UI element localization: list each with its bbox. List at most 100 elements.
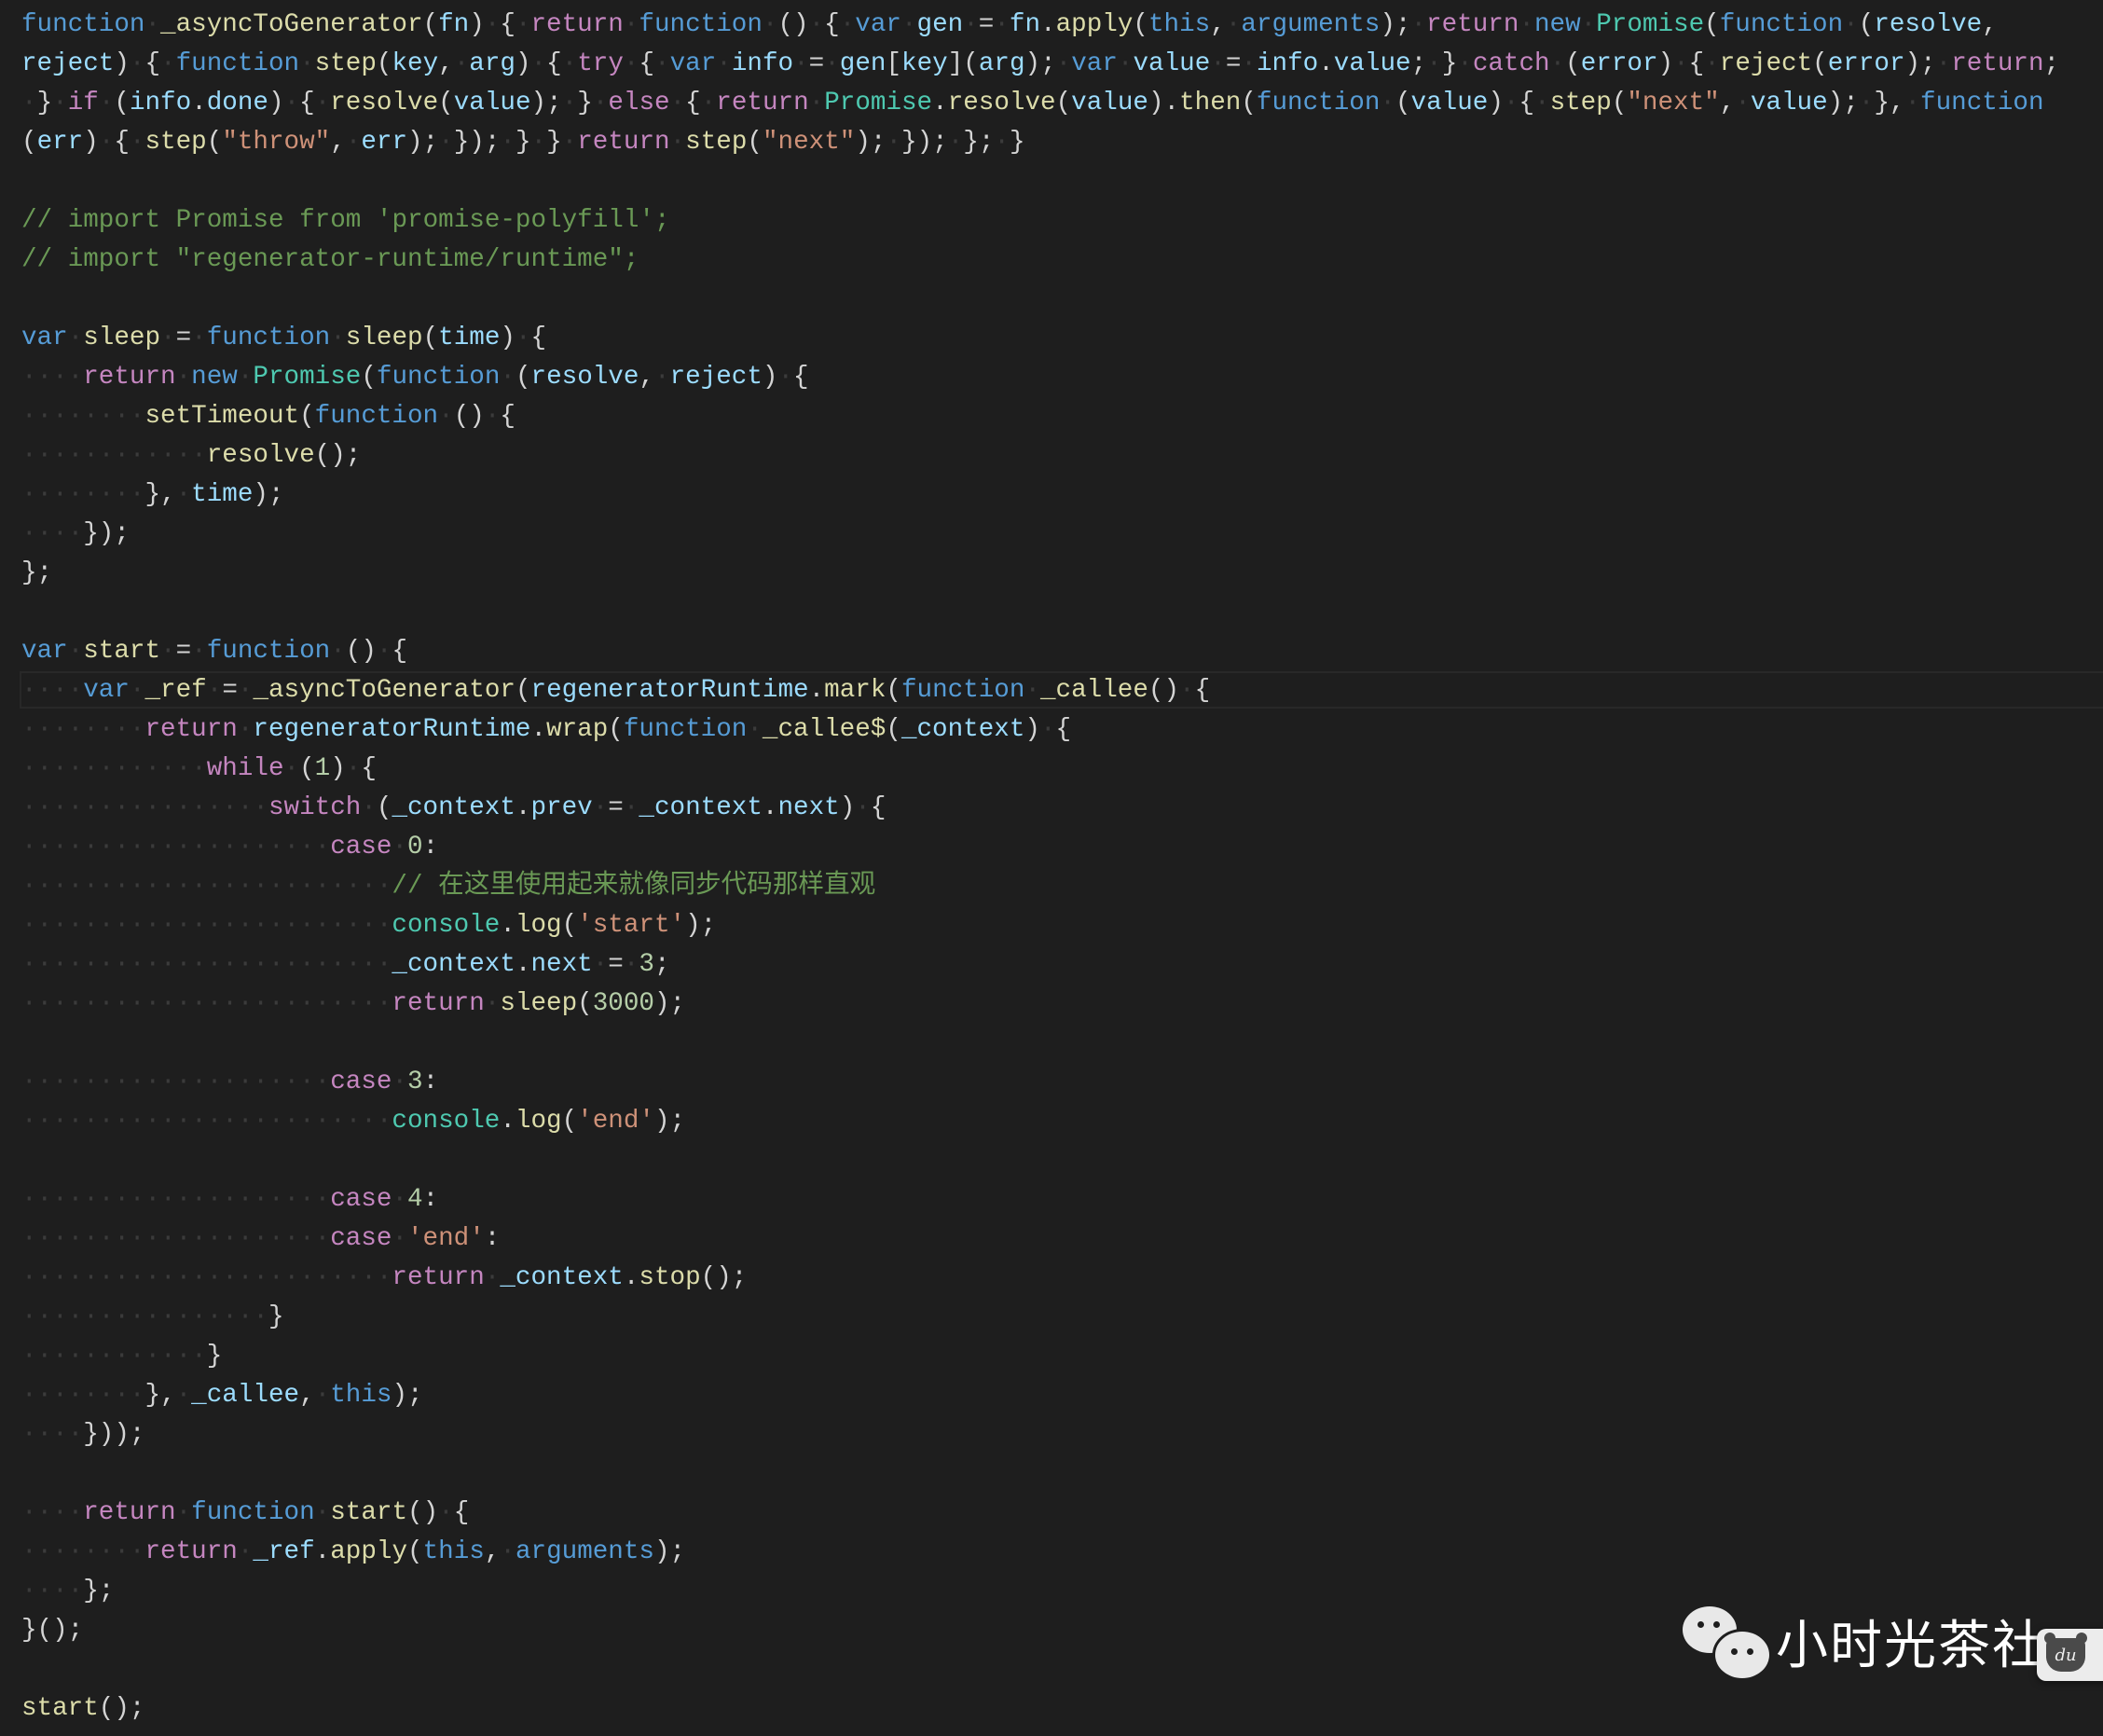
code-line[interactable]: ························_context.next·=·… [21, 945, 2059, 985]
identifier: gen [839, 49, 887, 78]
comment: 'promise-polyfill'; [376, 206, 670, 235]
code-line[interactable]: function·_asyncToGenerator(fn)·{·return·… [21, 6, 2059, 45]
punctuation: ( [376, 49, 392, 78]
punctuation: ( [1055, 89, 1072, 117]
code-line[interactable] [21, 1454, 2059, 1494]
code-line[interactable]: ········},·time); [21, 475, 2059, 515]
punctuation: ; [653, 950, 670, 979]
identifier: info [129, 89, 192, 117]
comment: // [21, 206, 53, 235]
punctuation: ); [1024, 49, 1056, 78]
code-line[interactable]: ············} [21, 1337, 2059, 1376]
code-line[interactable]: ·}·if·(info.done)·{·resolve(value);·}·el… [21, 84, 2059, 123]
whitespace-marker: · [160, 637, 176, 666]
punctuation: (); [314, 441, 362, 470]
whitespace-marker: · [392, 1185, 407, 1214]
code-line[interactable]: ········setTimeout(function·()·{ [21, 397, 2059, 436]
code-line[interactable]: ····return·new·Promise(function·(resolve… [21, 358, 2059, 397]
code-line[interactable]: ····return·function·start()·{ [21, 1494, 2059, 1533]
whitespace-marker: · [129, 49, 145, 78]
identifier: error [1580, 49, 1658, 78]
keyword: new [1533, 10, 1581, 39]
control-keyword: return [392, 1263, 485, 1292]
code-line[interactable]: ····var·_ref·=·_asyncToGenerator(regener… [19, 671, 2103, 710]
code-line[interactable]: ········return·_ref.apply(this,·argument… [21, 1533, 2059, 1572]
class-name: Promise [1596, 10, 1705, 39]
whitespace-marker: ················ [21, 793, 268, 822]
code-line[interactable] [21, 593, 2059, 632]
code-line[interactable] [21, 1024, 2059, 1063]
code-line[interactable]: ········},·_callee,·this); [21, 1376, 2059, 1415]
whitespace-marker: · [129, 676, 145, 705]
whitespace-marker: ········ [21, 1537, 145, 1566]
code-line[interactable]: var·sleep·=·function·sleep(time)·{ [21, 319, 2059, 358]
keyword: var [83, 676, 130, 705]
punctuation: . [500, 1107, 515, 1136]
keyword: arguments [515, 1537, 654, 1566]
code-line[interactable]: (err)·{·step("throw",·err);·});·}·}·retu… [21, 123, 2059, 162]
code-line[interactable]: ····················case·'end': [21, 1219, 2059, 1259]
baidu-float-button[interactable]: du [2037, 1629, 2103, 1681]
punctuation: . [808, 676, 825, 705]
code-line[interactable]: ························return·_context.… [21, 1259, 2059, 1298]
control-keyword: return [83, 1498, 176, 1527]
whitespace-marker: · [314, 89, 331, 117]
punctuation: })); [83, 1420, 145, 1449]
code-line[interactable]: ················} [21, 1298, 2059, 1337]
punctuation: }, [144, 480, 176, 509]
whitespace-marker: · [1503, 89, 1519, 117]
punctuation: ( [422, 10, 439, 39]
code-line[interactable] [21, 280, 2059, 319]
function-name: log [515, 1107, 562, 1136]
whitespace-marker: · [1858, 89, 1875, 117]
function-name: resolve [206, 441, 315, 470]
whitespace-marker: · [330, 324, 346, 352]
code-line[interactable]: ····················case·3: [21, 1063, 2059, 1102]
code-line[interactable] [21, 1141, 2059, 1180]
code-line[interactable]: ················switch·(_context.prev·=·… [21, 789, 2059, 828]
code-line[interactable]: ························console.log('end… [21, 1102, 2059, 1141]
keyword: var [855, 10, 901, 39]
punctuation: ( [747, 128, 763, 157]
code-line[interactable]: reject)·{·function·step(key,·arg)·{·try·… [21, 45, 2059, 84]
code-line[interactable]: }; [21, 554, 2059, 593]
code-editor[interactable]: function·_asyncToGenerator(fn)·{·return·… [0, 0, 2103, 1736]
code-line[interactable]: start(); [21, 1689, 2059, 1729]
whitespace-marker: · [886, 128, 902, 157]
punctuation: ) [1024, 715, 1040, 744]
punctuation: , [1982, 10, 1998, 39]
function-name: start [330, 1498, 408, 1527]
whitespace-marker: · [392, 833, 407, 861]
code-line[interactable] [21, 162, 2059, 201]
code-line[interactable]: ····················case·0: [21, 828, 2059, 867]
code-line[interactable]: // import "regenerator-runtime/runtime"; [21, 241, 2059, 280]
code-line[interactable]: ············while·(1)·{ [21, 750, 2059, 789]
code-line[interactable]: ············resolve(); [21, 436, 2059, 475]
wechat-watermark: 小时光茶社 [1683, 1604, 2046, 1681]
whitespace-marker: · [592, 950, 609, 979]
punctuation: } [206, 1342, 223, 1371]
keyword: this [1148, 10, 1211, 39]
comment [160, 206, 176, 235]
control-keyword: return [1951, 49, 2044, 78]
punctuation: : [484, 1224, 501, 1253]
punctuation: = [222, 676, 238, 705]
code-line[interactable]: ····}); [21, 515, 2059, 554]
code-line[interactable]: ····})); [21, 1415, 2059, 1454]
whitespace-marker: · [314, 1381, 331, 1410]
comment [284, 206, 300, 235]
punctuation: } [1009, 128, 1025, 157]
code-line[interactable]: ····················case·4: [21, 1180, 2059, 1219]
code-line[interactable]: ························console.log('sta… [21, 906, 2059, 945]
whitespace-marker: · [1704, 49, 1720, 78]
code-line[interactable]: var·start·=·function·()·{ [21, 632, 2059, 671]
code-content[interactable]: function·_asyncToGenerator(fn)·{·return·… [19, 6, 2103, 1729]
comment: 在这里使用起来就像同步代码那样直观 [438, 872, 876, 901]
punctuation: . [932, 89, 948, 117]
keyword: function [175, 49, 300, 78]
code-line[interactable]: ························// 在这里使用起来就像同步代码… [21, 867, 2059, 906]
whitespace-marker: · [237, 1537, 254, 1566]
code-line[interactable]: ························return·sleep(300… [21, 985, 2059, 1024]
code-line[interactable]: ········return·regeneratorRuntime.wrap(f… [21, 710, 2059, 750]
code-line[interactable]: // import Promise from 'promise-polyfill… [21, 201, 2059, 241]
